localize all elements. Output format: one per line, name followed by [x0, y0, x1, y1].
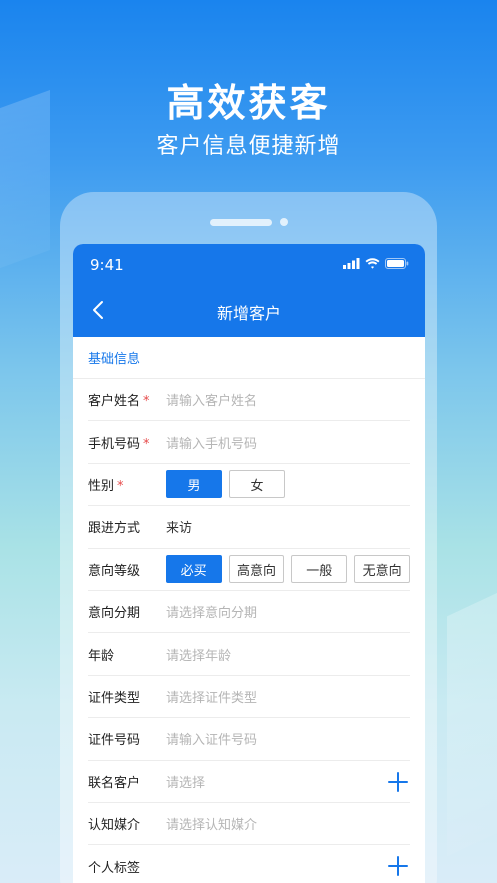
phone-row[interactable]: 手机号码 * 请输入手机号码	[88, 421, 410, 464]
id-number-input[interactable]: 请输入证件号码	[166, 729, 257, 748]
linked-customer-row[interactable]: 联名客户 请选择	[88, 761, 410, 803]
wifi-icon	[365, 258, 380, 269]
background-shape-right	[447, 583, 497, 857]
gender-option-female[interactable]: 女	[229, 470, 285, 499]
add-tag-icon[interactable]	[388, 856, 408, 877]
media-label: 认知媒介	[88, 818, 141, 834]
customer-name-label: 客户姓名 *	[88, 394, 150, 410]
battery-icon	[385, 258, 409, 269]
age-label: 年龄	[88, 648, 115, 664]
tags-label: 个人标签	[88, 860, 141, 876]
intent-stage-select[interactable]: 请选择意向分期	[166, 602, 257, 621]
gender-option-male[interactable]: 男	[166, 470, 222, 499]
intent-option-must-buy[interactable]: 必买	[165, 555, 222, 584]
app-screen: 9:41 新增客户 基础信息 客户姓名 * 请输入客户姓名 手机号码 * 请输入…	[73, 244, 425, 883]
status-icons	[343, 258, 409, 269]
status-time: 9:41	[90, 256, 124, 274]
phone-speaker	[210, 219, 272, 226]
phone-input[interactable]: 请输入手机号码	[166, 433, 257, 452]
customer-name-input[interactable]: 请输入客户姓名	[166, 390, 257, 409]
phone-label: 手机号码 *	[88, 436, 150, 452]
followup-row[interactable]: 跟进方式 来访	[88, 506, 410, 549]
promo-subtitle: 客户信息便捷新增	[156, 134, 341, 159]
media-select[interactable]: 请选择认知媒介	[166, 814, 257, 833]
followup-value[interactable]: 来访	[166, 517, 192, 536]
intent-option-normal[interactable]: 一般	[291, 555, 348, 584]
age-select[interactable]: 请选择年龄	[166, 645, 231, 664]
intent-level-row: 意向等级 必买 高意向 一般 无意向	[88, 549, 410, 591]
media-row[interactable]: 认知媒介 请选择认知媒介	[88, 803, 410, 846]
id-number-row[interactable]: 证件号码 请输入证件号码	[88, 718, 410, 761]
intent-level-label: 意向等级	[88, 563, 141, 579]
id-type-select[interactable]: 请选择证件类型	[166, 687, 257, 706]
tags-row: 个人标签	[88, 845, 410, 883]
intent-option-none[interactable]: 无意向	[354, 555, 410, 584]
signal-icon	[343, 258, 360, 269]
intent-option-high[interactable]: 高意向	[228, 555, 285, 584]
linked-customer-label: 联名客户	[88, 775, 141, 791]
id-type-row[interactable]: 证件类型 请选择证件类型	[88, 676, 410, 719]
required-mark: *	[117, 478, 124, 494]
app-header: 9:41 新增客户	[73, 244, 425, 337]
add-linked-customer-icon[interactable]	[388, 771, 408, 792]
required-mark: *	[143, 394, 150, 410]
phone-camera	[280, 218, 288, 226]
id-number-label: 证件号码	[88, 733, 141, 749]
promo-title: 高效获客	[166, 81, 331, 125]
customer-name-row[interactable]: 客户姓名 * 请输入客户姓名	[88, 379, 410, 422]
followup-label: 跟进方式	[88, 521, 141, 537]
gender-label: 性别 *	[88, 478, 124, 494]
intent-stage-row[interactable]: 意向分期 请选择意向分期	[88, 591, 410, 634]
page-title: 新增客户	[216, 304, 281, 323]
age-row[interactable]: 年龄 请选择年龄	[88, 633, 410, 676]
intent-stage-label: 意向分期	[88, 606, 141, 622]
id-type-label: 证件类型	[88, 690, 141, 706]
linked-customer-select[interactable]: 请选择	[166, 772, 205, 791]
section-title: 基础信息	[73, 337, 425, 379]
gender-row: 性别 * 男 女	[88, 464, 410, 507]
required-mark: *	[143, 436, 150, 452]
